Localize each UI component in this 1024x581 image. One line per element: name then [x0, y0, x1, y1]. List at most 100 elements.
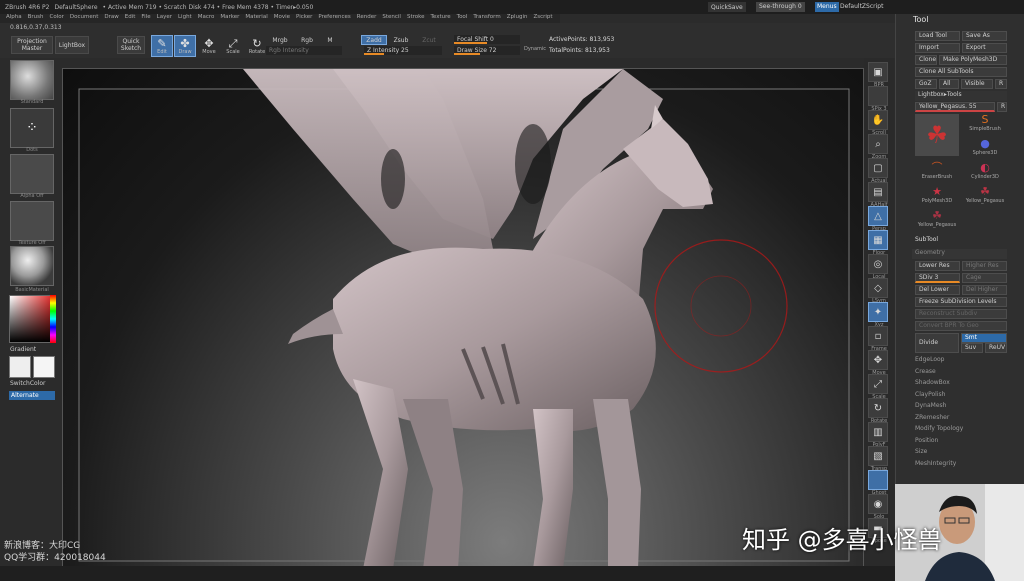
- tool-thumb-simplebrush[interactable]: S: [963, 112, 1007, 126]
- menu-preferences[interactable]: Preferences: [318, 14, 350, 23]
- tray-solo-button[interactable]: ◉: [868, 494, 888, 514]
- higher-res-button[interactable]: Higher Res: [962, 261, 1007, 271]
- suv-toggle[interactable]: Suv: [961, 343, 983, 353]
- freeze-subdivision-button[interactable]: Freeze SubDivision Levels: [915, 297, 1007, 307]
- reuv-toggle[interactable]: ReUV: [985, 343, 1007, 353]
- smt-toggle[interactable]: Smt: [961, 333, 1007, 343]
- geometry-header[interactable]: Geometry: [912, 249, 1007, 259]
- tray-scroll-button[interactable]: ✋: [868, 110, 888, 130]
- menu-movie[interactable]: Movie: [274, 14, 290, 23]
- tray-persp-button[interactable]: △: [868, 206, 888, 226]
- zcut-button[interactable]: Zcut: [417, 35, 441, 45]
- material-thumbnail[interactable]: [10, 246, 54, 286]
- dynamic-toggle[interactable]: Dynamic: [524, 46, 546, 52]
- r-button-2[interactable]: R: [997, 102, 1007, 112]
- alternate-button[interactable]: Alternate: [9, 391, 55, 400]
- document-canvas[interactable]: [62, 68, 864, 568]
- menu-stencil[interactable]: Stencil: [382, 14, 401, 23]
- m-button[interactable]: M: [322, 35, 338, 45]
- gradient-label[interactable]: Gradient: [10, 346, 36, 353]
- del-higher-button[interactable]: Del Higher: [962, 285, 1007, 295]
- tray-actual-button[interactable]: ▢: [868, 158, 888, 178]
- del-lower-button[interactable]: Del Lower: [915, 285, 960, 295]
- subtool-header[interactable]: SubTool: [912, 236, 1007, 246]
- menu-transform[interactable]: Transform: [473, 14, 500, 23]
- sdiv-slider[interactable]: SDiv 3: [915, 273, 960, 283]
- make-polymesh-button[interactable]: Make PolyMesh3D: [939, 55, 1007, 65]
- menu-color[interactable]: Color: [50, 14, 64, 23]
- tray-rotate-button[interactable]: ↻: [868, 398, 888, 418]
- main-color-swatch[interactable]: [9, 356, 31, 378]
- menu-draw[interactable]: Draw: [104, 14, 118, 23]
- tool-thumb-dragon[interactable]: ☘: [915, 114, 959, 156]
- tray-transp-button[interactable]: ▧: [868, 446, 888, 466]
- section-crease[interactable]: Crease: [915, 368, 936, 375]
- divide-button[interactable]: Divide: [915, 333, 959, 353]
- reconstruct-subdiv-button[interactable]: Reconstruct Subdiv: [915, 309, 1007, 319]
- menu-material[interactable]: Material: [245, 14, 267, 23]
- tool-thumb-yellow_pegasus[interactable]: ☘: [963, 184, 1007, 198]
- current-tool-slider[interactable]: Yellow_Pegasus. 55: [915, 102, 995, 112]
- section-size[interactable]: Size: [915, 448, 927, 455]
- scale-mode-button[interactable]: ⤢ Scale: [222, 35, 244, 57]
- menu-zscript[interactable]: Zscript: [533, 14, 552, 23]
- export-button[interactable]: Export: [962, 43, 1007, 53]
- lightbox-tools-button[interactable]: Lightbox▸Tools: [915, 91, 1007, 101]
- edit-mode-button[interactable]: ✎ Edit: [151, 35, 173, 57]
- tool-thumb-cylinder3d[interactable]: ◐: [963, 160, 1007, 174]
- tool-thumb-sphere3d[interactable]: ●: [963, 136, 1007, 150]
- lightbox-button[interactable]: LightBox: [55, 36, 89, 54]
- menu-tool[interactable]: Tool: [457, 14, 468, 23]
- tool-thumb-eraserbrush[interactable]: ⌒: [915, 160, 959, 174]
- save-as-button[interactable]: Save As: [962, 31, 1007, 41]
- all-button[interactable]: All: [939, 79, 959, 89]
- draw-mode-button[interactable]: ✤ Draw: [174, 35, 196, 57]
- tool-thumb-yellow_pegasus[interactable]: ☘: [915, 208, 959, 222]
- menu-zplugin[interactable]: Zplugin: [507, 14, 528, 23]
- import-button[interactable]: Import: [915, 43, 960, 53]
- mrgb-button[interactable]: Mrgb: [266, 35, 294, 45]
- clone-all-subtools-button[interactable]: Clone All SubTools: [915, 67, 1007, 77]
- menu-document[interactable]: Document: [70, 14, 99, 23]
- menu-alpha[interactable]: Alpha: [6, 14, 22, 23]
- zsub-button[interactable]: Zsub: [389, 35, 413, 45]
- stroke-thumbnail[interactable]: ⁘: [10, 108, 54, 148]
- tray-frame-button[interactable]: ▫: [868, 326, 888, 346]
- section-modify-topology[interactable]: Modify Topology: [915, 425, 963, 432]
- draw-size-slider[interactable]: Draw Size 72: [454, 46, 520, 55]
- secondary-color-swatch[interactable]: [33, 356, 55, 378]
- visible-button[interactable]: Visible: [961, 79, 993, 89]
- projection-master-button[interactable]: Projection Master: [11, 36, 53, 54]
- section-claypolish[interactable]: ClayPolish: [915, 391, 945, 398]
- menu-texture[interactable]: Texture: [431, 14, 451, 23]
- menu-picker[interactable]: Picker: [296, 14, 312, 23]
- focal-shift-slider[interactable]: Focal Shift 0: [454, 35, 520, 44]
- color-picker[interactable]: [9, 295, 55, 343]
- z-intensity-slider[interactable]: Z Intensity 25: [364, 46, 442, 55]
- texture-thumbnail[interactable]: [10, 201, 54, 241]
- tray-local-button[interactable]: ◎: [868, 254, 888, 274]
- tray-ghost-button[interactable]: [868, 470, 888, 490]
- rotate-mode-button[interactable]: ↻ Rotate: [246, 35, 268, 57]
- menu-macro[interactable]: Macro: [198, 14, 215, 23]
- menu-stroke[interactable]: Stroke: [407, 14, 425, 23]
- lower-res-button[interactable]: Lower Res: [915, 261, 960, 271]
- menu-render[interactable]: Render: [357, 14, 377, 23]
- goz-button[interactable]: GoZ: [915, 79, 937, 89]
- r-button[interactable]: R: [995, 79, 1007, 89]
- brush-thumbnail[interactable]: [10, 60, 54, 100]
- rgb-intensity-slider[interactable]: Rgb Intensity: [266, 46, 342, 55]
- menu-brush[interactable]: Brush: [28, 14, 44, 23]
- tray-xyz-button[interactable]: ✦: [868, 302, 888, 322]
- menu-edit[interactable]: Edit: [125, 14, 136, 23]
- tray-zoom-button[interactable]: ⌕: [868, 134, 888, 154]
- tray-bpr-button[interactable]: ▣: [868, 62, 888, 82]
- zadd-button[interactable]: Zadd: [361, 35, 387, 45]
- alpha-thumbnail[interactable]: [10, 154, 54, 194]
- tray-lsym-button[interactable]: ◇: [868, 278, 888, 298]
- tray-floor-button[interactable]: ▦: [868, 230, 888, 250]
- tray-spix-3-button[interactable]: [868, 86, 888, 106]
- tray-polyf-button[interactable]: ▥: [868, 422, 888, 442]
- menu-layer[interactable]: Layer: [157, 14, 172, 23]
- tray-move-button[interactable]: ✥: [868, 350, 888, 370]
